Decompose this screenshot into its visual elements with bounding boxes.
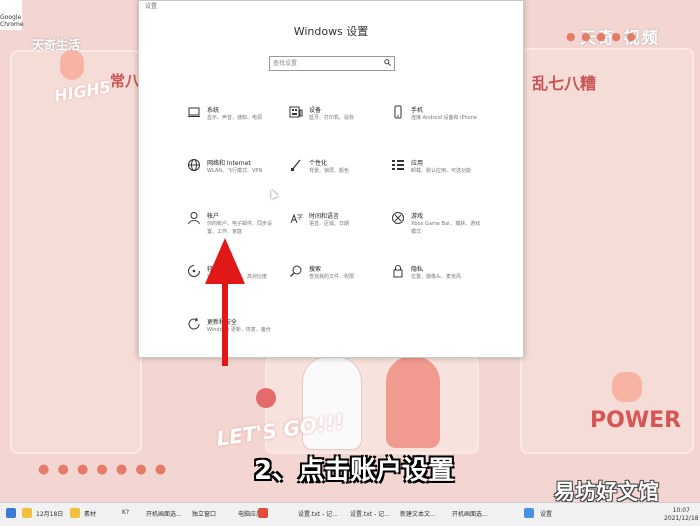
- settings-window: 设置 Windows 设置 查找设置 系统 显示、声音、通知、电源 设备 蓝牙、…: [138, 0, 524, 358]
- taskbar-item[interactable]: 新建文本文...: [400, 509, 436, 518]
- wallpaper-panel-right: [520, 48, 694, 454]
- wallpaper-right-text: 乱七八糟: [532, 74, 597, 93]
- red-arrow-shaft: [222, 262, 228, 366]
- folder-icon: [70, 508, 80, 518]
- tile-title: 个性化: [309, 160, 328, 167]
- chrome-icon[interactable]: [258, 508, 268, 518]
- tile-phone[interactable]: 手机 连接 Android 设备和 iPhone: [391, 105, 491, 139]
- taskbar-item[interactable]: 设置.txt - 记...: [298, 509, 338, 518]
- clock-date: 2021/12/18: [664, 515, 699, 522]
- tile-personalization[interactable]: 个性化 背景、锁屏、颜色: [289, 158, 389, 192]
- laptop-icon: [188, 107, 200, 117]
- time-language-icon: 字: [290, 213, 303, 224]
- tile-update-security[interactable]: 更新和安全 Windows 更新、恢复、备份: [187, 317, 287, 351]
- tile-apps[interactable]: 应用 卸载、默认应用、可选功能: [391, 158, 491, 192]
- taskbar-clock[interactable]: 10:07 2021/12/18: [664, 507, 699, 523]
- tile-network[interactable]: 网络和 Internet WLAN、飞行模式、VPN: [187, 158, 287, 192]
- hand-illustration: [60, 50, 84, 80]
- tile-desc: Xbox Game Bar、捕获、游戏模式: [411, 221, 481, 235]
- taskbar-item[interactable]: 设置.txt - 记...: [350, 509, 390, 518]
- tile-desc: 显示、声音、通知、电源: [207, 115, 263, 121]
- decorative-dots-bottom: ● ● ● ● ● ● ●: [38, 462, 169, 477]
- tile-desc: 位置、摄像头、麦克风: [411, 274, 462, 280]
- ease-of-access-icon: [188, 265, 200, 277]
- tile-desc: 查找我的文件、权限: [309, 274, 355, 280]
- taskbar-item[interactable]: 素材: [84, 509, 96, 518]
- tile-title: 网络和 Internet: [207, 160, 251, 167]
- tile-desc: 蓝牙、打印机、鼠标: [309, 115, 355, 121]
- window-titlebar[interactable]: 设置: [145, 1, 157, 10]
- refresh-icon: [188, 317, 200, 330]
- search-placeholder: 查找设置: [273, 60, 298, 67]
- tutorial-caption: 2、点击账户设置: [254, 456, 455, 486]
- tile-devices[interactable]: 设备 蓝牙、打印机、鼠标: [289, 105, 389, 139]
- tile-title: 隐私: [411, 266, 424, 273]
- tile-desc: 卸载、默认应用、可选功能: [411, 168, 472, 174]
- tile-title: 系统: [207, 107, 220, 114]
- tile-desc: 语音、区域、日期: [309, 221, 350, 227]
- tile-desc: Windows 更新、恢复、备份: [207, 327, 271, 333]
- tile-desc: 你的帐户、电子邮件、同步设置、工作、家庭: [207, 221, 273, 235]
- tile-title: 游戏: [411, 213, 424, 220]
- desktop-shortcut-label: Google Chrome: [0, 14, 24, 28]
- wallpaper-power-text: POWER: [590, 408, 682, 433]
- tile-system[interactable]: 系统 显示、声音、通知、电源: [187, 105, 287, 139]
- search-icon: [384, 59, 391, 66]
- settings-gear-icon[interactable]: [524, 508, 534, 518]
- wallpaper-panel-left: [10, 50, 142, 454]
- wallpaper-left-text: 常八: [110, 72, 141, 90]
- phone-icon: [394, 105, 402, 119]
- tile-desc: 连接 Android 设备和 iPhone: [411, 115, 477, 121]
- tile-title: 搜索: [309, 266, 322, 273]
- start-button-icon[interactable]: [6, 508, 16, 518]
- keyboard-icon: [289, 106, 303, 118]
- settings-search-input[interactable]: 查找设置: [269, 56, 395, 71]
- tile-title: 设备: [309, 107, 322, 114]
- tile-time-language[interactable]: 字 时间和语言 语音、区域、日期: [289, 211, 389, 245]
- taskbar-item[interactable]: 开机画面选...: [146, 509, 182, 518]
- lock-icon: [393, 265, 403, 278]
- tile-desc: WLAN、飞行模式、VPN: [207, 168, 263, 174]
- pig-illustration: [386, 356, 440, 448]
- settings-title: Windows 设置: [293, 25, 369, 38]
- tile-title: 手机: [411, 107, 424, 114]
- taskbar-item[interactable]: 独立窗口: [192, 509, 216, 518]
- clock-time: 10:07: [672, 507, 690, 514]
- taskbar-item[interactable]: K?: [122, 509, 129, 516]
- taskbar: 12月18日 素材 K? 开机画面选... 独立窗口 电脑应用... 设置.tx…: [0, 502, 700, 526]
- globe-icon: [188, 159, 200, 171]
- tile-privacy[interactable]: 隐私 位置、摄像头、麦克风: [391, 264, 491, 298]
- desktop-shortcut-icon[interactable]: Google Chrome: [0, 0, 24, 30]
- tile-search[interactable]: 搜索 查找我的文件、权限: [289, 264, 389, 298]
- taskbar-item[interactable]: 开机画面选...: [452, 509, 488, 518]
- fist-illustration: [612, 372, 642, 402]
- search-icon: [290, 265, 302, 277]
- taskbar-item-settings[interactable]: 设置: [540, 509, 552, 518]
- tile-gaming[interactable]: 游戏 Xbox Game Bar、捕获、游戏模式: [391, 211, 491, 245]
- tile-title: 时间和语言: [309, 213, 340, 220]
- folder-icon: [22, 508, 32, 518]
- watermark-top-left: 天奇生活: [32, 38, 81, 52]
- tile-title: 应用: [411, 160, 424, 167]
- paintbrush-icon: [291, 159, 301, 171]
- tile-title: 帐户: [207, 213, 220, 220]
- svg-text:字: 字: [297, 213, 303, 221]
- tile-desc: 背景、锁屏、颜色: [309, 168, 350, 174]
- xbox-icon: [392, 212, 404, 224]
- person-icon: [188, 212, 200, 225]
- decorative-dots-top: ● ● ● ● ●: [566, 30, 637, 43]
- apps-icon: [392, 160, 404, 170]
- lollipop-illustration: [256, 388, 276, 408]
- taskbar-item[interactable]: 12月18日: [36, 509, 63, 518]
